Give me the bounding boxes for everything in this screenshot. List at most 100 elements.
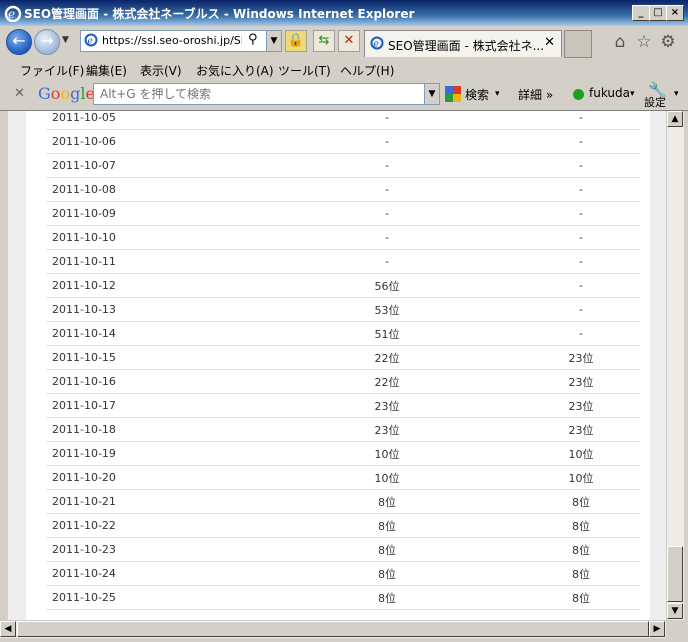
google-search-icon[interactable] bbox=[445, 86, 461, 102]
rank-cell-a: 10位 bbox=[252, 465, 522, 490]
rank-cell-a: - bbox=[252, 129, 522, 154]
home-icon[interactable]: ⌂ bbox=[610, 32, 630, 52]
online-status-icon bbox=[573, 89, 584, 100]
left-gutter bbox=[8, 111, 26, 620]
rank-cell-a: - bbox=[252, 249, 522, 274]
address-bar[interactable]: e https://ssl.seo-oroshi.jp/SE ⚲ ▼ bbox=[80, 30, 282, 52]
menu-file[interactable]: ファイル(F) bbox=[20, 62, 84, 79]
rank-cell-a: 8位 bbox=[252, 537, 522, 562]
rank-cell-b: - bbox=[522, 177, 640, 202]
favorites-star-icon[interactable]: ☆ bbox=[634, 32, 654, 52]
close-tab-icon[interactable]: ✕ bbox=[544, 35, 555, 50]
horizontal-scroll-thumb[interactable] bbox=[17, 621, 649, 637]
address-dropdown-icon[interactable]: ▼ bbox=[266, 31, 281, 51]
scroll-down-arrow-icon[interactable]: ▼ bbox=[667, 603, 683, 619]
lock-icon[interactable]: 🔒 bbox=[285, 30, 307, 52]
tab-title: SEO管理画面 - 株式会社ネ... bbox=[388, 39, 545, 53]
rank-cell-a: 8位 bbox=[252, 489, 522, 514]
user-dropdown-icon[interactable]: ▾ bbox=[630, 89, 635, 99]
rank-cell-a: - bbox=[252, 153, 522, 178]
rank-cell-a: - bbox=[252, 225, 522, 250]
rank-cell-b: 10位 bbox=[522, 441, 640, 466]
refresh-icon[interactable]: ⇆ bbox=[313, 30, 335, 52]
rank-cell-b: - bbox=[522, 201, 640, 226]
rank-cell-b: - bbox=[522, 249, 640, 274]
date-cell: 2011-10-08 bbox=[46, 177, 252, 202]
minimize-button[interactable]: _ bbox=[632, 5, 650, 21]
google-search-box[interactable]: ▼ bbox=[93, 83, 440, 105]
close-window-button[interactable]: × bbox=[666, 5, 684, 21]
search-icon[interactable]: ⚲ bbox=[248, 32, 258, 47]
maximize-button[interactable]: □ bbox=[649, 5, 667, 21]
date-cell: 2011-10-16 bbox=[46, 369, 252, 394]
google-logo: Google bbox=[38, 84, 95, 103]
ie-logo-icon: e bbox=[4, 5, 22, 22]
gear-icon[interactable]: ⚙ bbox=[658, 32, 678, 52]
menu-view[interactable]: 表示(V) bbox=[140, 62, 182, 79]
stop-icon[interactable]: ✕ bbox=[338, 30, 360, 52]
rank-cell-b: - bbox=[522, 297, 640, 322]
menu-tools[interactable]: ツール(T) bbox=[278, 62, 331, 79]
rank-cell-a: 8位 bbox=[252, 513, 522, 538]
forward-button[interactable]: → bbox=[34, 29, 60, 55]
rank-cell-b: 23位 bbox=[522, 417, 640, 442]
scroll-right-arrow-icon[interactable]: ▶ bbox=[649, 621, 665, 637]
table-row: 2011-10-14 51位 - bbox=[46, 321, 640, 346]
table-row: 2011-10-21 8位 8位 bbox=[46, 489, 640, 514]
rank-cell-b: 10位 bbox=[522, 465, 640, 490]
scroll-left-arrow-icon[interactable]: ◀ bbox=[0, 621, 16, 637]
table-row: 2011-10-13 53位 - bbox=[46, 297, 640, 322]
date-cell: 2011-10-09 bbox=[46, 201, 252, 226]
rank-cell-a: 53位 bbox=[252, 297, 522, 322]
rank-cell-b: - bbox=[522, 225, 640, 250]
table-row: 2011-10-07- - bbox=[46, 153, 640, 178]
rank-cell-b: 8位 bbox=[522, 489, 640, 514]
settings-button[interactable]: 設定 bbox=[644, 94, 666, 110]
tab-seo-admin[interactable]: e SEO管理画面 - 株式会社ネ... ✕ bbox=[364, 30, 562, 57]
new-tab-button[interactable] bbox=[564, 30, 592, 58]
rank-cell-b: 8位 bbox=[522, 561, 640, 586]
rank-cell-b: - bbox=[522, 321, 640, 346]
horizontal-scrollbar[interactable]: ◀ ▶ bbox=[0, 620, 666, 638]
settings-dropdown-icon[interactable]: ▾ bbox=[674, 89, 679, 99]
date-cell: 2011-10-05 bbox=[46, 111, 252, 130]
close-toolbar-icon[interactable]: ✕ bbox=[14, 86, 25, 101]
menu-edit[interactable]: 編集(E) bbox=[86, 62, 127, 79]
rank-cell-b: 23位 bbox=[522, 369, 640, 394]
ranking-table: 2011-10-05- -2011-10-06- -2011-10-07- -2011… bbox=[46, 111, 640, 610]
rank-cell-b: - bbox=[522, 111, 640, 130]
url-text[interactable]: https://ssl.seo-oroshi.jp/SE bbox=[102, 34, 242, 47]
google-search-input[interactable] bbox=[94, 84, 425, 104]
scroll-up-arrow-icon[interactable]: ▲ bbox=[667, 111, 683, 127]
svg-text:e: e bbox=[8, 7, 15, 21]
date-cell: 2011-10-13 bbox=[46, 297, 252, 322]
date-cell: 2011-10-11 bbox=[46, 249, 252, 274]
page-favicon-icon: e bbox=[84, 33, 98, 47]
search-dropdown-icon[interactable]: ▼ bbox=[424, 84, 439, 104]
window-title: SEO管理画面 - 株式会社ネーブルス - Windows Internet E… bbox=[24, 7, 415, 21]
vertical-scrollbar[interactable]: ▲ ▼ bbox=[666, 111, 684, 620]
details-button[interactable]: 詳細 » bbox=[518, 86, 553, 103]
menu-help[interactable]: ヘルプ(H) bbox=[340, 62, 394, 79]
rank-cell-b: 8位 bbox=[522, 513, 640, 538]
user-account-button[interactable]: fukuda bbox=[589, 86, 630, 100]
rank-cell-a: - bbox=[252, 201, 522, 226]
date-cell: 2011-10-24 bbox=[46, 561, 252, 586]
rank-cell-a: 23位 bbox=[252, 393, 522, 418]
google-search-button[interactable]: 検索 bbox=[465, 86, 489, 103]
scrollbar-corner bbox=[666, 620, 688, 642]
title-bar: e SEO管理画面 - 株式会社ネーブルス - Windows Internet… bbox=[0, 0, 688, 26]
back-button[interactable]: ← bbox=[6, 29, 32, 55]
search-button-dropdown-icon[interactable]: ▾ bbox=[495, 89, 500, 99]
table-row: 2011-10-22 8位 8位 bbox=[46, 513, 640, 538]
rank-cell-b: 8位 bbox=[522, 585, 640, 610]
rank-cell-b: 23位 bbox=[522, 345, 640, 370]
date-cell: 2011-10-25 bbox=[46, 585, 252, 610]
recent-pages-dropdown-icon[interactable]: ▼ bbox=[62, 35, 69, 45]
svg-text:e: e bbox=[374, 40, 379, 50]
menu-favorites[interactable]: お気に入り(A) bbox=[196, 62, 274, 79]
tab-favicon-icon: e bbox=[370, 36, 384, 50]
vertical-scroll-thumb[interactable] bbox=[667, 546, 683, 602]
table-row: 2011-10-09- - bbox=[46, 201, 640, 226]
table-row: 2011-10-06- - bbox=[46, 129, 640, 154]
